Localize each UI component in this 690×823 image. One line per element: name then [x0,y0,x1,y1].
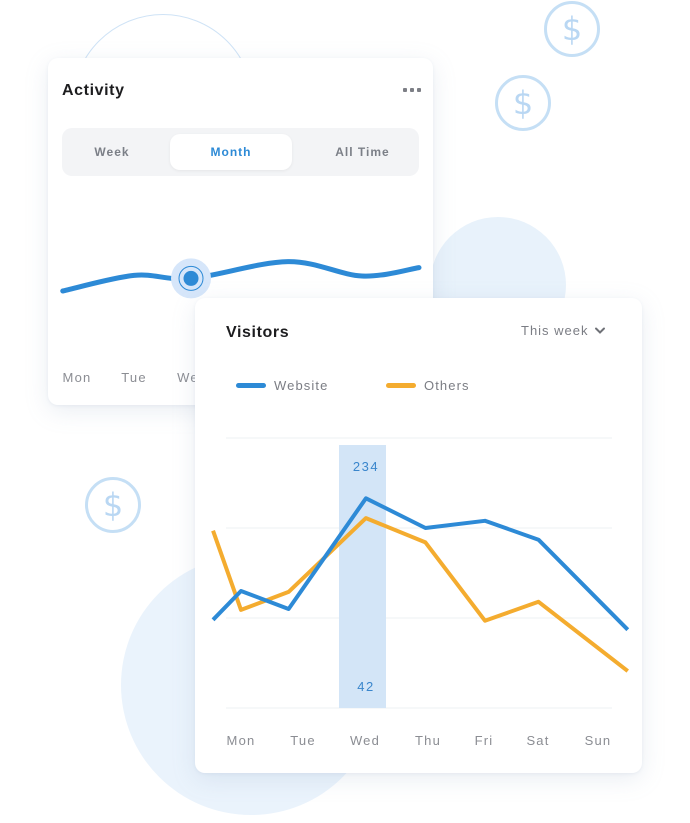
series-line-others [211,516,629,673]
series-line-website [211,496,630,632]
visitors-x-label: Fri [474,733,494,748]
visitors-x-label: Wed [349,733,381,748]
highlight-top-value: 234 [352,459,380,474]
visitors-x-label: Sun [584,733,612,748]
highlight-band [339,445,386,708]
visitors-x-label: Tue [290,733,316,748]
visitors-x-label: Sat [526,733,550,748]
visitors-x-label: Mon [226,733,256,748]
highlight-bottom-value: 42 [357,679,375,694]
visitors-chart [211,437,630,709]
visitors-x-label: Thu [414,733,442,748]
